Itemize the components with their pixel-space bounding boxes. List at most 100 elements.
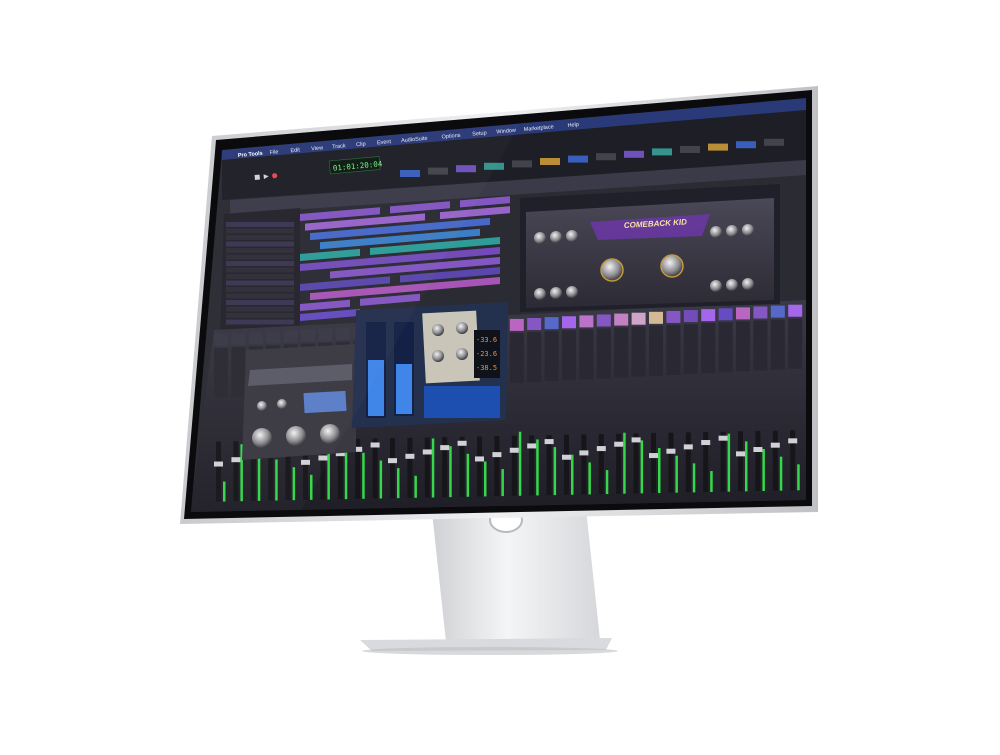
fader-cap[interactable] [701, 440, 711, 446]
fader-cap[interactable] [370, 442, 380, 448]
plugin-comeback-kid[interactable]: COMEBACK KID [520, 184, 780, 312]
fader-cap[interactable] [544, 439, 554, 445]
fader-cap[interactable] [753, 447, 763, 453]
fader-cap[interactable] [457, 440, 467, 446]
fader-track [494, 436, 500, 497]
fader-track [651, 433, 656, 494]
strip-header[interactable] [579, 315, 594, 328]
fader-track [581, 434, 587, 495]
limiter-knob-3[interactable] [432, 350, 444, 362]
comeback-kid-button[interactable] [550, 287, 562, 299]
fader-cap[interactable] [492, 452, 502, 458]
toolbar-control[interactable] [540, 158, 560, 165]
level-meter [344, 445, 348, 500]
fader-track [668, 432, 674, 493]
level-meter [414, 475, 417, 498]
fader-cap[interactable] [475, 456, 484, 462]
strip-inserts [718, 322, 733, 373]
comeback-kid-button[interactable] [566, 286, 578, 298]
comeback-kid-button[interactable] [726, 279, 738, 291]
strip-header[interactable] [666, 310, 681, 323]
toolbar-control[interactable] [736, 141, 756, 149]
fader-cap[interactable] [527, 443, 537, 449]
fader-cap[interactable] [422, 449, 432, 455]
strip-inserts [683, 324, 698, 375]
toolbar-control[interactable] [680, 146, 700, 153]
strip-inserts [614, 327, 629, 378]
level-meter [536, 439, 539, 496]
level-meter [692, 463, 696, 493]
comeback-kid-knob-right[interactable] [660, 254, 684, 278]
comeback-kid-button[interactable] [550, 231, 562, 243]
limiter-knob-2[interactable] [456, 322, 468, 334]
strip-header[interactable] [544, 317, 559, 330]
comeback-kid-button[interactable] [726, 225, 738, 237]
comeback-kid-button[interactable] [534, 232, 546, 244]
strip-header[interactable] [614, 313, 629, 326]
fader-cap[interactable] [562, 454, 571, 460]
comeback-kid-button[interactable] [710, 280, 722, 292]
level-meter [484, 461, 487, 497]
menu-item[interactable]: Help [567, 122, 579, 129]
strip-header[interactable] [509, 318, 524, 331]
strip-header[interactable] [718, 308, 733, 321]
strip-header[interactable] [753, 306, 768, 319]
strip-header[interactable] [596, 314, 611, 327]
toolbar-control[interactable] [708, 143, 728, 151]
level-meter [623, 432, 626, 494]
strip-header[interactable] [736, 307, 750, 320]
comeback-kid-button[interactable] [566, 230, 578, 242]
toolbar-control[interactable] [596, 153, 616, 161]
fader-cap[interactable] [509, 447, 519, 453]
fader-cap[interactable] [388, 458, 397, 464]
limiter-readout-3: -38.5 [476, 364, 497, 372]
fader-cap[interactable] [683, 444, 693, 450]
comeback-kid-button[interactable] [742, 224, 754, 236]
fader-cap[interactable] [770, 442, 780, 448]
fader-cap[interactable] [788, 438, 798, 444]
strip-header[interactable] [649, 311, 663, 324]
toolbar-control[interactable] [764, 138, 784, 146]
fader-cap[interactable] [596, 446, 606, 452]
strip-inserts [509, 332, 524, 383]
fader-cap[interactable] [405, 453, 415, 459]
fader-cap[interactable] [736, 451, 745, 457]
level-meter [605, 470, 609, 495]
strip-header[interactable] [770, 305, 785, 318]
fader-track [564, 434, 569, 495]
level-meter [797, 464, 800, 491]
limiter-knob-4[interactable] [456, 348, 468, 360]
limiter-knob-1[interactable] [432, 324, 444, 336]
fader-cap[interactable] [666, 448, 676, 454]
monitor-stand [360, 507, 618, 655]
limiter-readout-2: -23.6 [476, 350, 497, 358]
strip-inserts [701, 323, 716, 374]
fader-cap[interactable] [718, 435, 728, 441]
strip-header[interactable] [701, 309, 716, 322]
comeback-kid-button[interactable] [710, 226, 722, 238]
fader-cap[interactable] [614, 441, 624, 447]
strip-header[interactable] [788, 304, 803, 317]
toolbar-control[interactable] [568, 155, 588, 163]
fader-track [511, 435, 517, 496]
level-meter [431, 438, 435, 498]
fader-cap[interactable] [631, 437, 641, 443]
fader-track [477, 436, 482, 497]
strip-header[interactable] [527, 318, 542, 331]
level-meter [501, 469, 504, 497]
fader-cap[interactable] [440, 445, 450, 451]
toolbar-control[interactable] [652, 148, 672, 156]
comeback-kid-knob-left[interactable] [600, 258, 624, 282]
strip-inserts [753, 320, 768, 371]
strip-header[interactable] [631, 312, 646, 325]
level-meter [362, 452, 365, 499]
level-meter [727, 433, 731, 492]
comeback-kid-button[interactable] [742, 278, 754, 290]
toolbar-control[interactable] [512, 160, 532, 168]
toolbar-control[interactable] [624, 150, 644, 158]
fader-cap[interactable] [579, 450, 589, 456]
comeback-kid-button[interactable] [534, 288, 546, 300]
strip-header[interactable] [683, 310, 698, 323]
fader-cap[interactable] [649, 453, 658, 459]
strip-header[interactable] [562, 316, 576, 329]
